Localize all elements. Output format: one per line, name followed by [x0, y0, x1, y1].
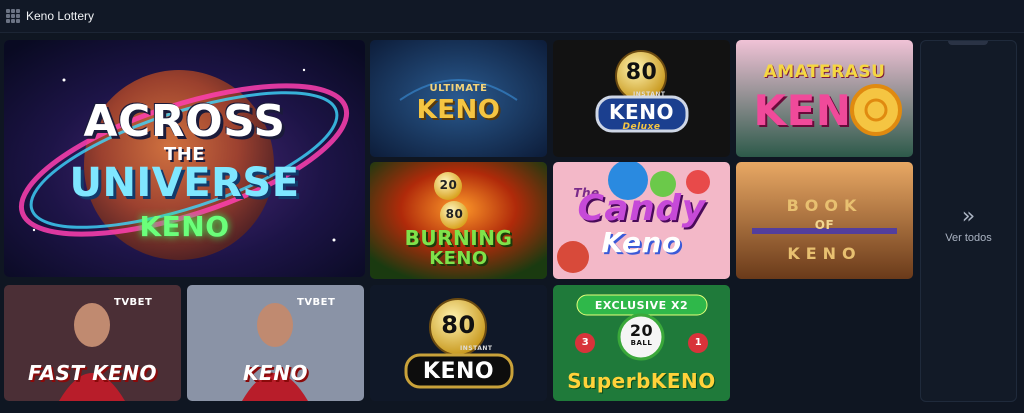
tvbet-logo: TVBET: [297, 297, 336, 308]
game-title-line-1: Candy: [577, 188, 706, 229]
game-title: KENO: [243, 361, 308, 385]
game-title-line-2: Deluxe: [622, 122, 661, 132]
game-title-line-3: UNIVERSE: [69, 160, 300, 206]
game-title-line-1: ACROSS: [83, 96, 286, 147]
burning-ball-2: 80: [445, 207, 464, 221]
game-title-line-4: KENO: [139, 210, 230, 243]
game-tile-superb-keno[interactable]: EXCLUSIVE X2 20 BALL 3 1 SuperbKENO: [553, 285, 730, 401]
see-all-button[interactable]: » Ver todos: [920, 40, 1017, 402]
game-tile-keno-80-instant-deluxe[interactable]: 80 INSTANT KENO Deluxe: [553, 40, 730, 157]
game-title-line-1: BOOK: [786, 196, 863, 215]
game-tile-tvbet-keno[interactable]: TVBET KENO: [187, 285, 364, 401]
see-all-label: Ver todos: [945, 232, 992, 244]
game-tile-candy-keno[interactable]: The Candy Keno: [553, 162, 730, 279]
keno-ball-number: 80: [625, 60, 658, 85]
game-tile-across-the-universe[interactable]: ACROSS THE UNIVERSE KENO: [4, 40, 365, 277]
double-chevron-right-icon: »: [961, 204, 976, 229]
game-tile-ultimate-keno[interactable]: ULTIMATE KENO: [370, 40, 547, 157]
game-title-line-2: KENO: [416, 95, 501, 125]
game-title-line-1: ULTIMATE: [429, 83, 488, 94]
game-tile-amaterasu-keno[interactable]: AMATERASU KEN: [736, 40, 913, 157]
game-title-line-2: OF: [814, 218, 835, 232]
side-ball-2: 1: [694, 337, 703, 348]
game-title-line-2: Keno: [601, 226, 682, 259]
game-title: FAST KENO: [28, 361, 157, 385]
game-title-line-1: AMATERASU: [763, 62, 886, 82]
section-header: Keno Lottery: [0, 0, 1024, 33]
game-tile-book-of-keno[interactable]: BOOK OF KENO: [736, 162, 913, 279]
game-title: SuperbKENO: [567, 369, 716, 393]
keno-deluxe-artwork: [553, 40, 730, 157]
instant-badge: INSTANT: [633, 91, 666, 98]
game-tile-burning-keno[interactable]: 20 80 BURNING KENO: [370, 162, 547, 279]
scroll-indicator: [948, 41, 988, 45]
instant-badge: INSTANT: [460, 345, 493, 352]
game-title-line-2: KEN: [753, 86, 852, 135]
game-tile-keno-80-instant[interactable]: 80 INSTANT KENO: [370, 285, 547, 401]
game-title-line-3: KENO: [787, 244, 862, 263]
exclusive-ribbon: EXCLUSIVE X2: [594, 299, 689, 312]
game-title-line-1: KENO: [609, 100, 674, 124]
keno-ball-number: 80: [441, 311, 476, 339]
burning-ball-1: 20: [439, 178, 458, 192]
game-title: KENO: [422, 359, 495, 384]
game-tile-fast-keno[interactable]: TVBET FAST KENO: [4, 285, 181, 401]
tvbet-logo: TVBET: [114, 297, 153, 308]
grid-icon: [6, 9, 20, 23]
game-title-line-1: BURNING: [404, 226, 513, 250]
section-title: Keno Lottery: [26, 9, 95, 23]
game-title-line-2: KENO: [429, 248, 488, 269]
